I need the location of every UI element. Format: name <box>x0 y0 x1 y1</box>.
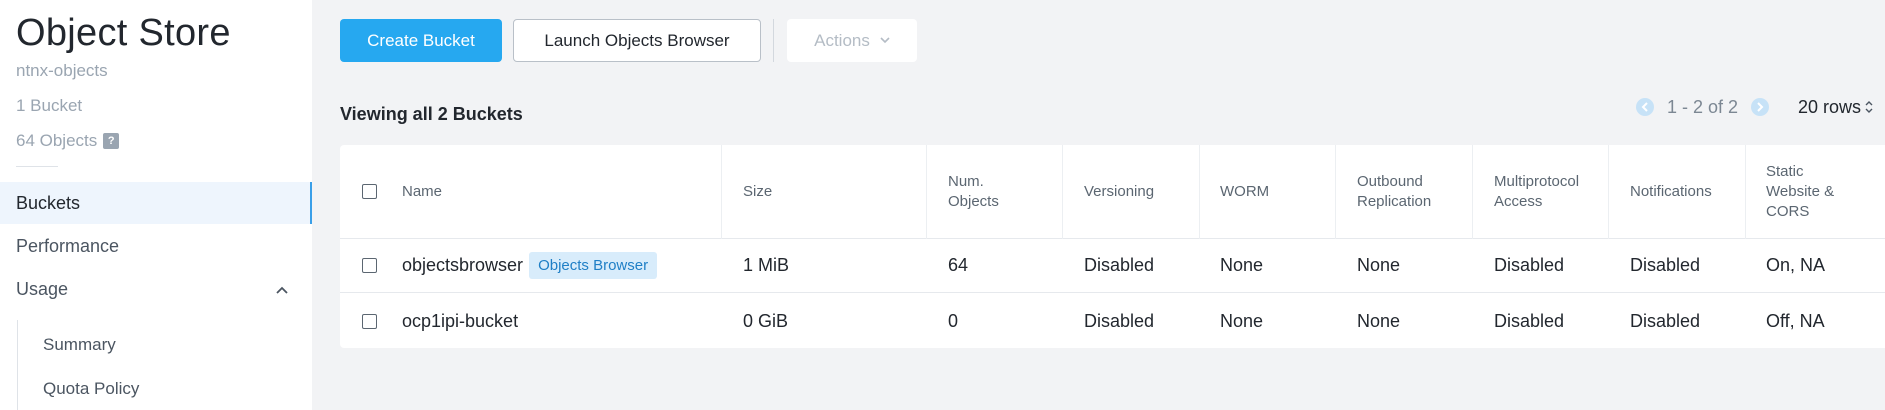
column-divider <box>1745 145 1746 239</box>
column-divider <box>1472 145 1473 239</box>
outbound-replication-cell: None <box>1357 310 1401 331</box>
row-select-cell <box>362 239 377 292</box>
sidebar-divider <box>16 166 58 167</box>
sidebar-item-label: Buckets <box>16 192 81 213</box>
subnav-guide-line <box>17 320 18 410</box>
select-all-checkbox[interactable] <box>362 184 377 199</box>
column-divider <box>1062 145 1063 239</box>
multiprotocol-access-cell: Disabled <box>1494 310 1565 331</box>
viewing-label: Viewing all 2 Buckets <box>340 104 523 124</box>
notifications-cell: Disabled <box>1630 310 1701 331</box>
column-header-versioning[interactable]: Versioning <box>1084 145 1154 238</box>
sidebar-item-quota-policy[interactable]: Quota Policy <box>43 379 139 399</box>
versioning-cell: Disabled <box>1084 255 1155 275</box>
objects-browser-tag: Objects Browser <box>529 252 658 279</box>
worm-cell: None <box>1220 255 1264 275</box>
size-cell: 0 GiB <box>743 310 789 331</box>
column-divider <box>926 145 927 239</box>
launch-objects-browser-button[interactable]: Launch Objects Browser <box>513 19 761 62</box>
column-header-worm[interactable]: WORM <box>1220 145 1269 238</box>
column-header-static-website[interactable]: Static Website & CORS <box>1766 145 1851 238</box>
object-count-row: 64 Objects ? <box>16 131 120 151</box>
next-page-icon[interactable] <box>1751 98 1769 116</box>
sidebar: Object Store ntnx-objects 1 Bucket 64 Ob… <box>0 0 312 410</box>
store-name: ntnx-objects <box>16 61 108 80</box>
column-divider <box>1335 145 1336 239</box>
num-objects-cell: 64 <box>948 255 969 275</box>
rows-per-page-select[interactable]: 20 rows <box>1798 97 1873 118</box>
size-cell: 1 MiB <box>743 255 790 275</box>
outbound-replication-cell: None <box>1357 255 1401 275</box>
multiprotocol-access-cell: Disabled <box>1494 255 1565 275</box>
bucket-count: 1 Bucket <box>16 96 83 115</box>
sidebar-item-usage[interactable]: Usage <box>0 268 312 310</box>
row-select-cell <box>362 294 377 348</box>
help-icon[interactable]: ? <box>103 133 120 149</box>
sidebar-item-summary[interactable]: Summary <box>43 335 116 355</box>
versioning-cell: Disabled <box>1084 310 1155 331</box>
chevron-down-icon <box>880 35 890 47</box>
page-title: Object Store <box>16 12 231 54</box>
column-header-multiprotocol-access[interactable]: Multiprotocol Access <box>1494 145 1604 238</box>
num-objects-cell: 0 <box>948 310 959 331</box>
table-row[interactable]: ocp1ipi-bucket 0 GiB 0 Disabled None Non… <box>340 294 1885 348</box>
actions-label: Actions <box>814 30 870 50</box>
static-website-cell: On, NA <box>1766 255 1826 275</box>
column-header-name[interactable]: Name <box>402 145 442 238</box>
toolbar-divider <box>773 19 774 62</box>
pager-range: 1 - 2 of 2 <box>1667 97 1739 117</box>
column-divider <box>721 145 722 239</box>
rows-per-page-value: 20 rows <box>1798 97 1862 117</box>
object-count: 64 Objects <box>16 131 98 150</box>
column-header-outbound-replication[interactable]: Outbound Replication <box>1357 145 1467 238</box>
buckets-table: Name Size Num. Objects Versioning WORM O… <box>340 145 1885 348</box>
sidebar-item-performance[interactable]: Performance <box>0 225 312 267</box>
sidebar-item-label: Usage <box>16 278 69 299</box>
column-divider <box>1199 145 1200 239</box>
column-header-size[interactable]: Size <box>743 145 772 238</box>
select-all-cell <box>362 145 377 238</box>
previous-page-icon[interactable] <box>1636 98 1654 116</box>
chevron-up-icon <box>276 282 288 297</box>
row-checkbox[interactable] <box>362 258 377 273</box>
table-row[interactable]: objectsbrowser Objects Browser 1 MiB 64 … <box>340 239 1885 293</box>
bucket-name-link[interactable]: ocp1ipi-bucket <box>402 311 518 332</box>
notifications-cell: Disabled <box>1630 255 1701 275</box>
sort-arrows-icon <box>1865 97 1873 118</box>
create-bucket-button[interactable]: Create Bucket <box>340 19 502 62</box>
worm-cell: None <box>1220 310 1264 331</box>
actions-dropdown[interactable]: Actions <box>787 19 917 62</box>
bucket-name-link[interactable]: objectsbrowser <box>402 255 523 276</box>
bucket-name-cell: ocp1ipi-bucket <box>402 294 518 348</box>
column-divider <box>1608 145 1609 239</box>
column-header-notifications[interactable]: Notifications <box>1630 145 1712 238</box>
table-header-row: Name Size Num. Objects Versioning WORM O… <box>340 145 1885 239</box>
bucket-name-cell: objectsbrowser Objects Browser <box>402 239 658 292</box>
static-website-cell: Off, NA <box>1766 310 1825 331</box>
sidebar-item-buckets[interactable]: Buckets <box>0 182 312 224</box>
column-header-num-objects[interactable]: Num. Objects <box>948 145 1038 238</box>
sidebar-item-label: Performance <box>16 235 120 256</box>
row-checkbox[interactable] <box>362 313 377 329</box>
